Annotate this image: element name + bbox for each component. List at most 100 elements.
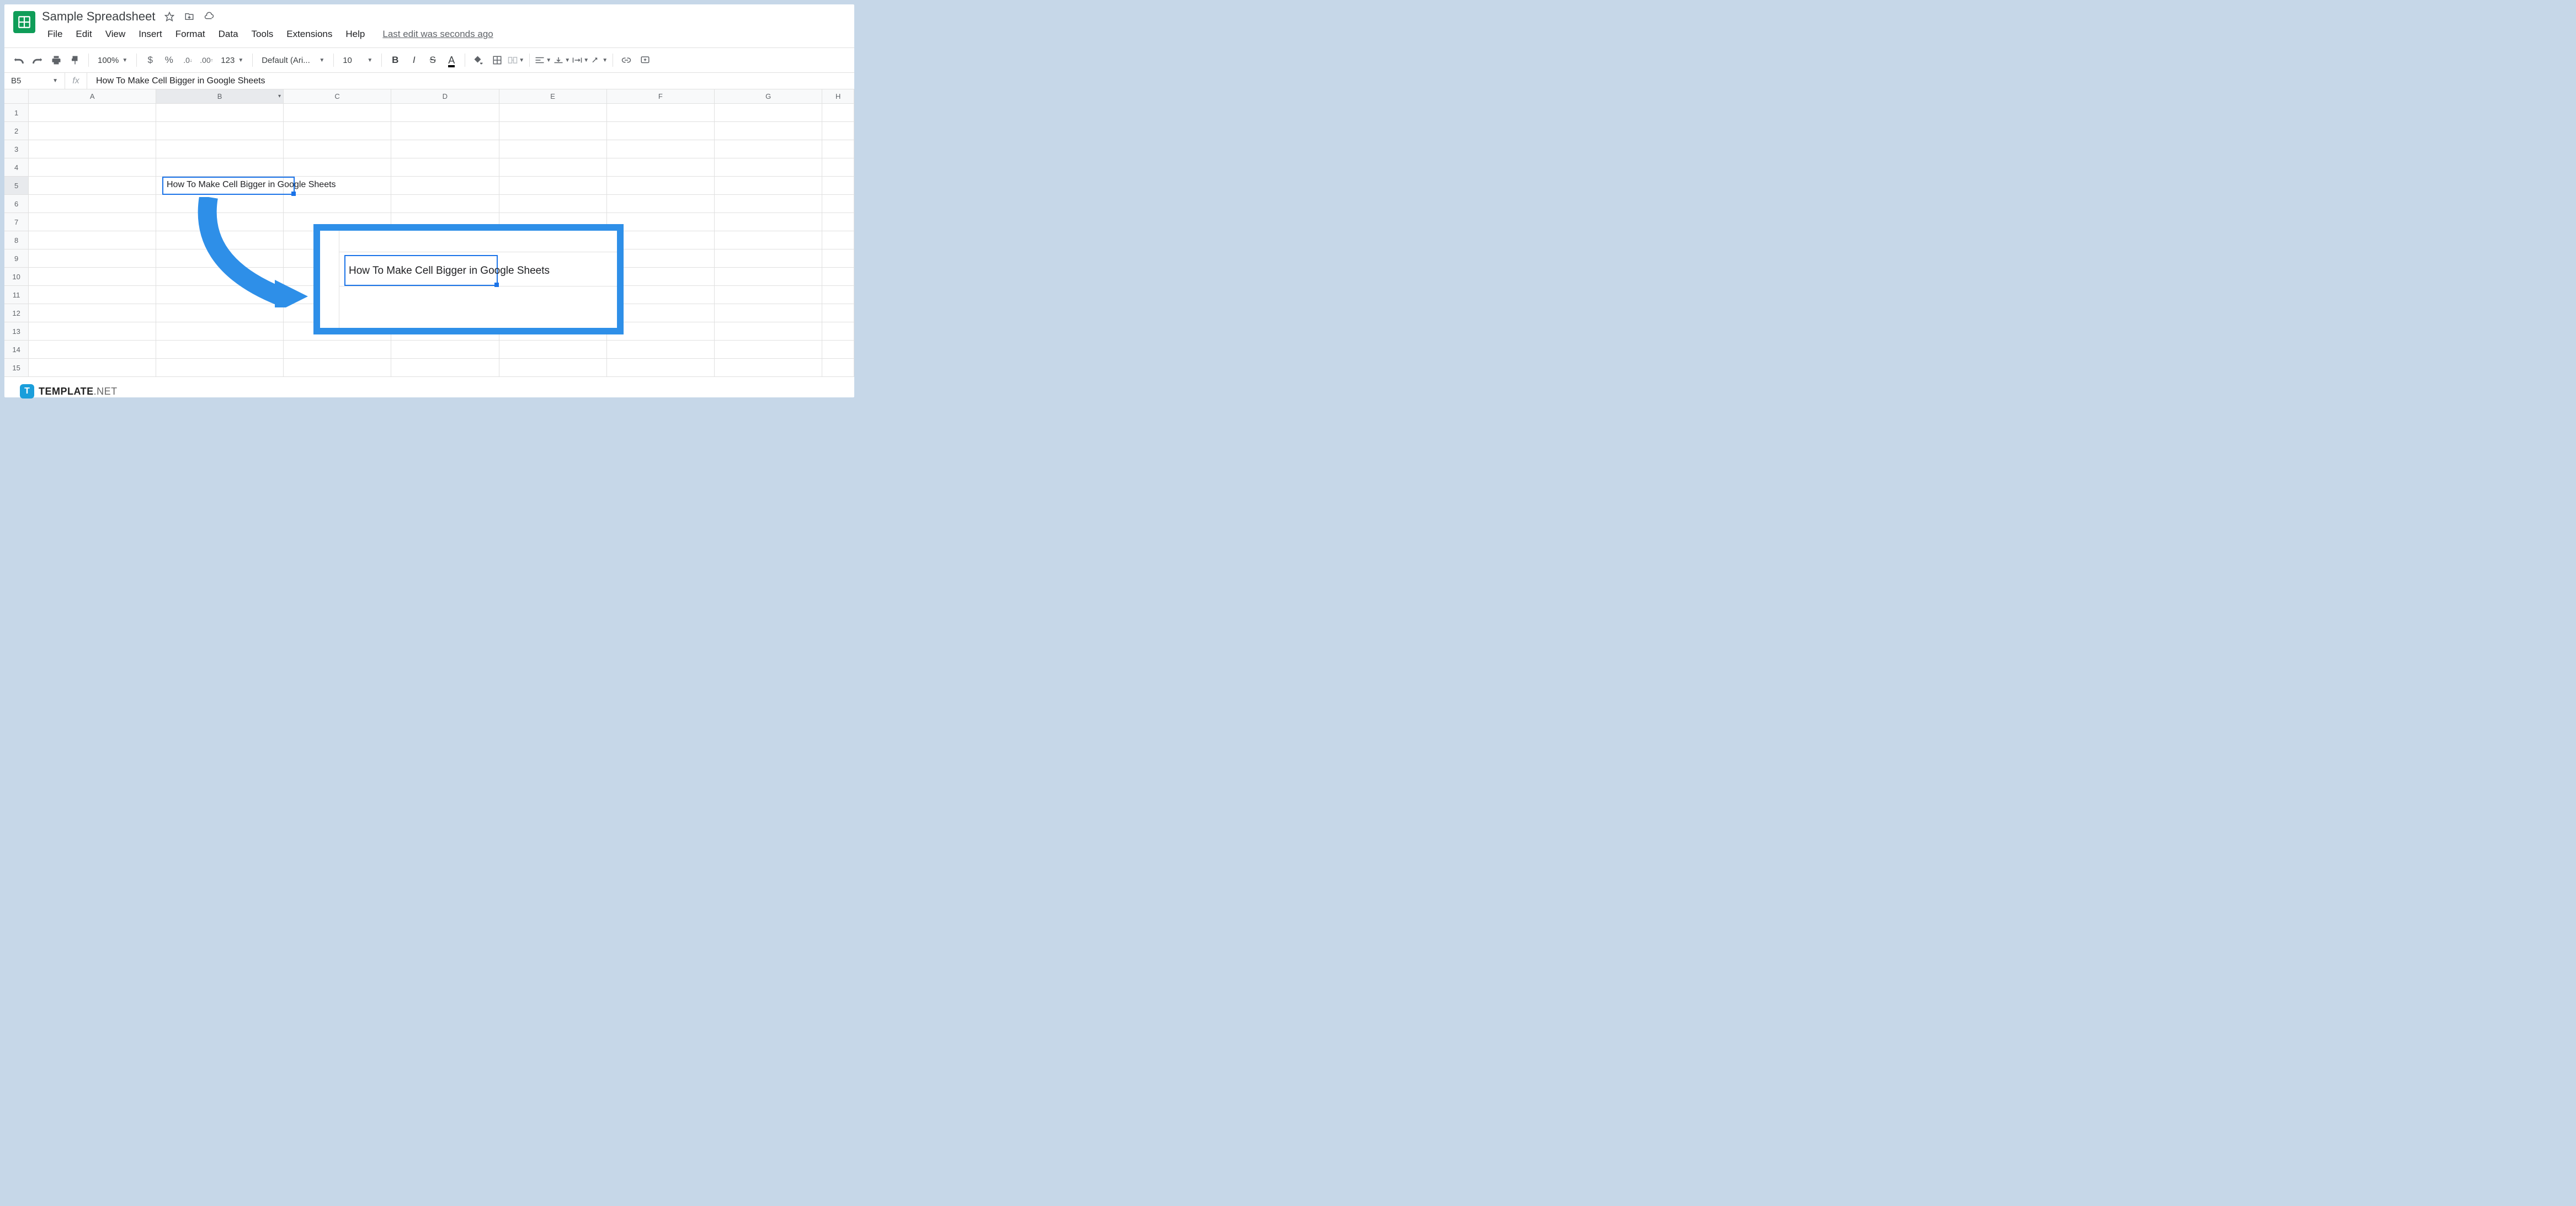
cell[interactable] <box>715 286 822 304</box>
paint-format-icon[interactable] <box>66 51 84 69</box>
text-color-icon[interactable]: A <box>443 51 460 69</box>
cell[interactable] <box>391 158 499 177</box>
cell[interactable] <box>499 122 607 140</box>
cell[interactable] <box>715 341 822 359</box>
cell[interactable] <box>284 359 391 377</box>
cell[interactable] <box>156 177 284 195</box>
cell[interactable] <box>391 140 499 158</box>
cell[interactable] <box>156 231 284 249</box>
fill-color-icon[interactable] <box>470 51 487 69</box>
cell[interactable] <box>499 140 607 158</box>
menu-tools[interactable]: Tools <box>246 26 279 42</box>
cell[interactable] <box>29 140 156 158</box>
cell[interactable] <box>715 304 822 322</box>
cell[interactable] <box>822 104 854 122</box>
cell[interactable] <box>156 341 284 359</box>
cell[interactable] <box>822 122 854 140</box>
cell[interactable] <box>715 104 822 122</box>
cell[interactable] <box>29 286 156 304</box>
decrease-decimal-icon[interactable]: .0↓ <box>179 51 196 69</box>
cell[interactable] <box>29 304 156 322</box>
move-icon[interactable] <box>183 10 196 23</box>
cell[interactable] <box>156 249 284 268</box>
cell[interactable] <box>29 158 156 177</box>
wrap-icon[interactable]: ▼ <box>572 51 589 69</box>
cell[interactable] <box>284 122 391 140</box>
cell[interactable] <box>822 286 854 304</box>
col-header-e[interactable]: E <box>499 89 607 103</box>
menu-insert[interactable]: Insert <box>133 26 168 42</box>
cell[interactable] <box>822 195 854 213</box>
cell[interactable] <box>607 140 715 158</box>
col-header-h[interactable]: H <box>822 89 854 103</box>
cell[interactable] <box>156 322 284 341</box>
row-header-2[interactable]: 2 <box>4 122 29 140</box>
cell[interactable] <box>607 359 715 377</box>
cell[interactable] <box>29 195 156 213</box>
row-header-12[interactable]: 12 <box>4 304 29 322</box>
doc-title[interactable]: Sample Spreadsheet <box>42 9 155 24</box>
cell[interactable] <box>607 177 715 195</box>
cell[interactable] <box>499 177 607 195</box>
cell[interactable] <box>156 286 284 304</box>
col-header-d[interactable]: D <box>391 89 499 103</box>
bold-icon[interactable]: B <box>386 51 404 69</box>
star-icon[interactable] <box>163 10 176 23</box>
cell[interactable] <box>156 122 284 140</box>
menu-view[interactable]: View <box>100 26 131 42</box>
cell[interactable] <box>29 341 156 359</box>
cell[interactable] <box>391 177 499 195</box>
cell[interactable] <box>499 195 607 213</box>
cell[interactable] <box>822 268 854 286</box>
cell[interactable] <box>156 158 284 177</box>
cell[interactable] <box>715 213 822 231</box>
print-icon[interactable] <box>47 51 65 69</box>
cell[interactable] <box>822 359 854 377</box>
cell[interactable] <box>284 158 391 177</box>
link-icon[interactable] <box>618 51 635 69</box>
cell[interactable] <box>156 213 284 231</box>
cell[interactable] <box>391 359 499 377</box>
cell[interactable] <box>607 341 715 359</box>
menu-help[interactable]: Help <box>340 26 370 42</box>
currency-icon[interactable]: $ <box>141 51 159 69</box>
row-header-1[interactable]: 1 <box>4 104 29 122</box>
cell[interactable] <box>822 249 854 268</box>
cell[interactable] <box>499 341 607 359</box>
cell[interactable] <box>29 104 156 122</box>
cell[interactable] <box>715 195 822 213</box>
cell[interactable] <box>284 104 391 122</box>
cloud-icon[interactable] <box>203 10 216 23</box>
halign-icon[interactable]: ▼ <box>534 51 552 69</box>
cell[interactable] <box>607 158 715 177</box>
col-header-a[interactable]: A <box>29 89 156 103</box>
cell[interactable] <box>29 322 156 341</box>
increase-decimal-icon[interactable]: .00↑ <box>198 51 215 69</box>
cell[interactable] <box>822 140 854 158</box>
comment-icon[interactable] <box>636 51 654 69</box>
cell[interactable] <box>822 304 854 322</box>
col-header-b[interactable]: B▾ <box>156 89 284 103</box>
cell[interactable] <box>715 158 822 177</box>
cell[interactable] <box>822 213 854 231</box>
row-header-5[interactable]: 5 <box>4 177 29 195</box>
cell[interactable] <box>29 231 156 249</box>
format-select[interactable]: 123▼ <box>216 51 248 69</box>
sheets-logo[interactable] <box>13 11 35 33</box>
col-header-c[interactable]: C <box>284 89 391 103</box>
cell[interactable] <box>715 177 822 195</box>
cell[interactable] <box>156 304 284 322</box>
cell[interactable] <box>499 158 607 177</box>
select-all-corner[interactable] <box>4 89 29 103</box>
last-edit-link[interactable]: Last edit was seconds ago <box>382 29 493 40</box>
cell[interactable] <box>391 104 499 122</box>
formula-input[interactable]: How To Make Cell Bigger in Google Sheets <box>87 76 854 86</box>
cell[interactable] <box>284 177 391 195</box>
cell[interactable] <box>715 268 822 286</box>
percent-icon[interactable]: % <box>160 51 178 69</box>
cell[interactable] <box>715 231 822 249</box>
cell[interactable] <box>607 195 715 213</box>
col-header-f[interactable]: F <box>607 89 715 103</box>
menu-data[interactable]: Data <box>213 26 244 42</box>
cell[interactable] <box>715 359 822 377</box>
